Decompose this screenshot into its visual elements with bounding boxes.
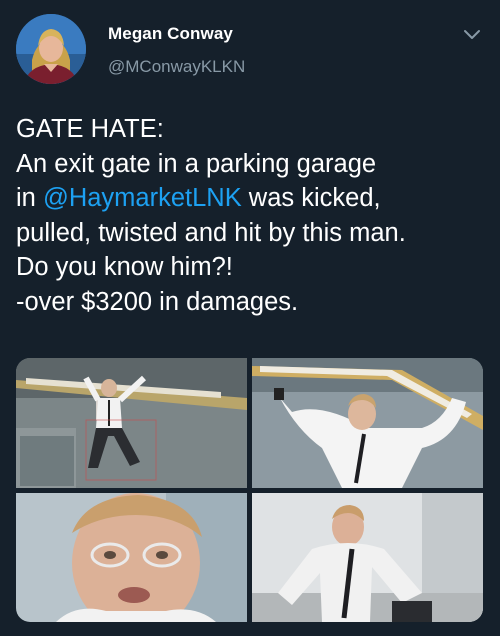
surveillance-still-crouching-icon (252, 493, 483, 622)
surveillance-still-full-body-icon (16, 358, 247, 488)
tweet-line-6: -over $3200 in damages. (16, 287, 299, 316)
chevron-down-icon[interactable] (462, 28, 482, 42)
avatar[interactable] (16, 14, 86, 84)
profile-photo-icon (16, 14, 86, 84)
media-grid (16, 358, 483, 622)
tweet-line-4: pulled, twisted and hit by this man. (16, 218, 406, 247)
photo-4[interactable] (252, 493, 483, 622)
tweet-line-3-prefix: in (16, 184, 43, 213)
photo-3[interactable] (16, 493, 247, 622)
surveillance-still-arm-raised-icon (252, 358, 483, 488)
tweet-text: GATE HATE: An exit gate in a parking gar… (16, 112, 491, 320)
tweet-line-3-suffix: was kicked, (241, 184, 381, 213)
tweet-header: Megan Conway @MConwayKLKN (0, 0, 500, 100)
photo-1[interactable] (16, 358, 247, 488)
tweet-line-1: GATE HATE: (16, 115, 164, 143)
author-name[interactable]: Megan Conway (108, 24, 233, 44)
author-handle[interactable]: @MConwayKLKN (108, 57, 245, 77)
surveillance-still-face-closeup-icon (16, 493, 247, 622)
tweet-line-5: Do you know him?! (16, 253, 233, 282)
tweet-line-2: An exit gate in a parking garage (16, 149, 377, 178)
photo-2[interactable] (252, 358, 483, 488)
mention-link[interactable]: @HaymarketLNK (43, 184, 242, 212)
